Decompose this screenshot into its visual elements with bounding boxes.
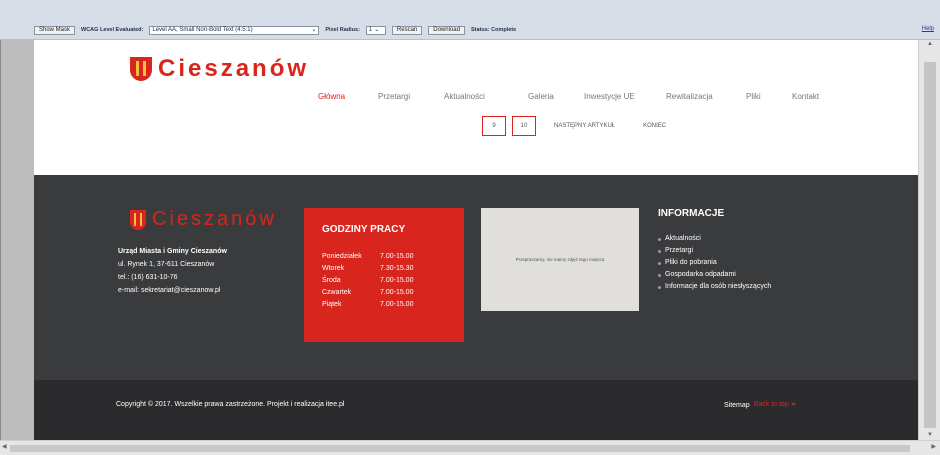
scroll-down-arrow-icon[interactable]: ▼	[919, 431, 940, 440]
logo-text: Cieszanów	[158, 55, 310, 82]
info-link-nieslyszacy[interactable]: Informacje dla osób niesłyszących	[658, 281, 771, 293]
pixel-radius-select[interactable]: 1 ⌄	[365, 25, 386, 35]
site-logo[interactable]: Cieszanów	[130, 55, 309, 83]
nav-item-aktualnosci[interactable]: Aktualności	[444, 92, 528, 101]
wcag-level-value: Level AA, Small Non-Bold Text (4.5:1)	[152, 26, 253, 33]
scroll-up-arrow-icon[interactable]: ▲	[919, 40, 940, 49]
page: Cieszanów Główna Przetargi Aktualności G…	[0, 40, 918, 440]
info-link-aktualnosci[interactable]: Aktualności	[658, 233, 771, 245]
info-link-label: Pliki do pobrania	[665, 259, 717, 266]
info-link-gospodarka[interactable]: Gospodarka odpadami	[658, 269, 771, 281]
map-placeholder-text: Przepraszamy, nie mamy zdjęć tego miejsc…	[515, 257, 605, 262]
bullet-icon	[658, 249, 661, 253]
show-mask-button[interactable]: Show Mask	[34, 25, 76, 35]
horizontal-scroll-thumb[interactable]	[10, 445, 910, 452]
help-link[interactable]: Help	[922, 26, 934, 32]
scroll-left-arrow-icon[interactable]: ◀	[2, 443, 7, 450]
nav-item-przetargi[interactable]: Przetargi	[378, 92, 444, 101]
page-border	[0, 40, 1, 440]
hours-day: Czwartek	[322, 289, 352, 296]
info-link-przetargi[interactable]: Przetargi	[658, 245, 771, 257]
wcag-level-label: WCAG Level Evaluated:	[81, 27, 144, 33]
next-article-link[interactable]: NASTĘPNY ARTYKUŁ	[554, 123, 615, 129]
main-nav: Główna Przetargi Aktualności Galeria Inw…	[318, 92, 819, 101]
nav-item-glowna[interactable]: Główna	[318, 92, 378, 101]
info-link-label: Przetargi	[665, 247, 694, 254]
site-header: Cieszanów Główna Przetargi Aktualności G…	[34, 40, 918, 175]
hours-row: Piątek 7.00-15.00	[322, 299, 446, 311]
wcag-toolbar: Show Mask WCAG Level Evaluated: Level AA…	[0, 0, 940, 40]
footer-logo: Cieszanów	[130, 208, 277, 231]
coat-of-arms-icon	[130, 209, 146, 230]
office-street: ul. Rynek 1, 37-611 Cieszanów	[118, 261, 215, 268]
hours-row: Poniedziałek 7.00-15.00	[322, 251, 446, 263]
hours-time: 7.30-15.30	[380, 265, 414, 272]
hours-time: 7.00-15.00	[380, 289, 414, 296]
site-footer: Cieszanów Urząd Miasta i Gminy Cieszanów…	[34, 175, 918, 380]
hours-day: Środa	[322, 277, 341, 284]
download-button[interactable]: Download	[428, 25, 465, 35]
opening-hours: GODZINY PRACY Poniedziałek 7.00-15.00 Wto…	[304, 208, 464, 342]
info-links: INFORMACJE Aktualności Przetargi Pliki d…	[658, 208, 771, 293]
page-button-10[interactable]: 10	[512, 116, 536, 136]
chevron-down-icon: ⌄	[311, 26, 317, 33]
bullet-icon	[658, 285, 661, 289]
rescan-button[interactable]: Rescan	[391, 25, 423, 35]
back-to-top-link[interactable]: Back to top ⏶	[754, 401, 797, 409]
toolbar-controls: Show Mask WCAG Level Evaluated: Level AA…	[34, 25, 516, 35]
hours-title: GODZINY PRACY	[322, 224, 406, 235]
info-link-label: Aktualności	[665, 235, 701, 242]
hours-day: Wtorek	[322, 265, 345, 272]
nav-item-inwestycje-ue[interactable]: Inwestycje UE	[584, 92, 666, 101]
bullet-icon	[658, 273, 661, 277]
hours-time: 7.00-15.00	[380, 301, 414, 308]
hours-row: Środa 7.00-15.00	[322, 275, 446, 287]
end-link[interactable]: KONIEC	[643, 123, 666, 129]
office-email[interactable]: e-mail: sekretariat@cieszanow.pl	[118, 284, 227, 297]
bullet-icon	[658, 261, 661, 265]
hours-day: Poniedziałek	[322, 253, 362, 260]
office-name: Urząd Miasta i Gminy Cieszanów	[118, 248, 227, 255]
pixel-radius-label: Pixel Radius:	[325, 27, 360, 33]
hours-time: 7.00-15.00	[380, 253, 414, 260]
nav-item-galeria[interactable]: Galeria	[528, 92, 584, 101]
nav-item-rewitalizacja[interactable]: Rewitalizacja	[666, 92, 746, 101]
info-link-label: Informacje dla osób niesłyszących	[665, 283, 772, 290]
nav-item-pliki[interactable]: Pliki	[746, 92, 792, 101]
hours-time: 7.00-15.00	[380, 277, 414, 284]
sitemap-area: Sitemap Back to top ⏶	[724, 401, 796, 409]
footer-logo-text: Cieszanów	[152, 208, 277, 230]
info-title: INFORMACJE	[658, 208, 725, 219]
office-phone: tel.: (16) 631-10-76	[118, 274, 178, 281]
article-pager: 9 10 NASTĘPNY ARTYKUŁ KONIEC	[482, 116, 666, 136]
info-link-label: Gospodarka odpadami	[665, 271, 736, 278]
copyright-text: Copyright © 2017. Wszelkie prawa zastrze…	[116, 401, 345, 408]
nav-item-kontakt[interactable]: Kontakt	[792, 92, 819, 101]
coat-of-arms-icon	[130, 57, 152, 81]
scroll-right-arrow-icon[interactable]: ▶	[931, 443, 936, 450]
wcag-level-select[interactable]: Level AA, Small Non-Bold Text (4.5:1) ⌄	[149, 25, 320, 35]
contact-address: Urząd Miasta i Gminy Cieszanów ul. Rynek…	[118, 245, 227, 297]
vertical-scroll-thumb[interactable]	[924, 62, 936, 428]
sitemap-link[interactable]: Sitemap	[724, 402, 750, 409]
vertical-scrollbar[interactable]: ▲ ▼	[918, 40, 940, 440]
pixel-radius-value: 1	[368, 26, 373, 33]
hours-day: Piątek	[322, 301, 342, 308]
back-to-top-label: Back to top	[753, 401, 789, 408]
chevron-down-icon: ⌄	[374, 26, 380, 33]
info-link-pliki[interactable]: Pliki do pobrania	[658, 257, 771, 269]
bullet-icon	[658, 237, 661, 241]
page-button-9[interactable]: 9	[482, 116, 506, 136]
horizontal-scrollbar[interactable]: ◀ ▶	[0, 440, 940, 455]
hours-row: Wtorek 7.30-15.30	[322, 263, 446, 275]
hours-row: Czwartek 7.00-15.00	[322, 287, 446, 299]
arrow-up-icon: ⏶	[790, 401, 797, 408]
copyright-bar: Copyright © 2017. Wszelkie prawa zastrze…	[34, 380, 918, 440]
map-placeholder: Przepraszamy, nie mamy zdjęć tego miejsc…	[481, 208, 639, 311]
status-text: Status: Complete	[470, 27, 517, 33]
